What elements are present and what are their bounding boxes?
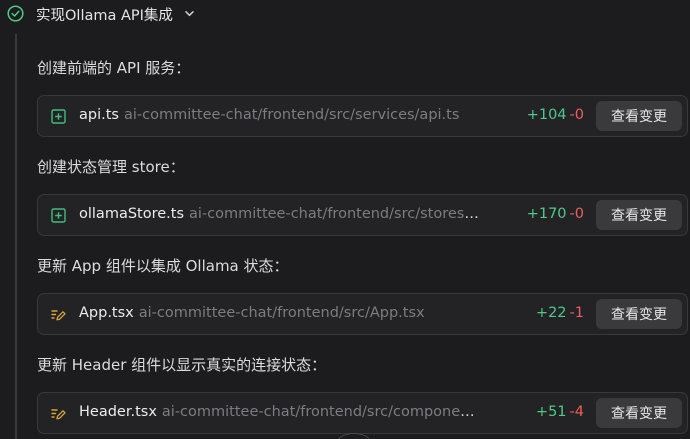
chevron-down-icon[interactable] <box>184 8 195 19</box>
file-name[interactable]: App.tsx <box>79 305 134 321</box>
deletions-count: -0 <box>569 107 584 123</box>
check-circle-icon <box>7 5 24 22</box>
step-label: 更新 App 组件以集成 Ollama 状态： <box>37 257 289 275</box>
file-change-card[interactable]: api.ts ai-committee-chat/frontend/src/ser… <box>37 95 688 137</box>
task-header[interactable]: 实现Ollama API集成 <box>0 0 200 28</box>
view-changes-button[interactable]: 查看变更 <box>596 101 682 131</box>
view-changes-button[interactable]: 查看变更 <box>596 200 682 230</box>
chat-panel: 实现Ollama API集成 创建前端的 API 服务： api.ts ai-co… <box>0 0 690 439</box>
file-edit-icon <box>51 310 66 321</box>
file-edit-icon <box>51 409 66 420</box>
file-path: ai-committee-chat/frontend/src/services/… <box>123 107 460 123</box>
file-path: ai-committee-chat/frontend/src/App.tsx <box>138 305 425 321</box>
step-label: 创建前端的 API 服务： <box>37 59 191 77</box>
file-name[interactable]: api.ts <box>79 107 119 123</box>
task-title: 实现Ollama API集成 <box>36 8 173 24</box>
file-name[interactable]: Header.tsx <box>79 404 157 420</box>
step-label: 创建状态管理 store： <box>37 158 185 176</box>
file-path: ai-committee-chat/frontend/src/stores/ol… <box>189 206 479 222</box>
file-name[interactable]: ollamaStore.ts <box>79 206 184 222</box>
deletions-count: -4 <box>569 404 584 420</box>
additions-count: +170 <box>526 206 567 222</box>
additions-count: +51 <box>535 404 567 420</box>
file-change-card[interactable]: ollamaStore.ts ai-committee-chat/frontend… <box>37 194 688 236</box>
additions-count: +22 <box>535 305 567 321</box>
deletions-count: -1 <box>569 305 584 321</box>
view-changes-button[interactable]: 查看变更 <box>596 299 682 329</box>
file-change-card[interactable]: App.tsx ai-committee-chat/frontend/src/Ap… <box>37 293 688 335</box>
timeline-line <box>15 34 17 439</box>
view-changes-button[interactable]: 查看变更 <box>596 398 682 428</box>
diff-stats: +104 -0 <box>527 107 584 123</box>
file-change-card[interactable]: Header.tsx ai-committee-chat/frontend/src… <box>37 392 688 434</box>
additions-count: +104 <box>526 107 567 123</box>
file-add-icon <box>51 109 66 124</box>
step-label: 更新 Header 组件以显示真实的连接状态： <box>37 356 327 374</box>
diff-stats: +22 -1 <box>536 305 584 321</box>
file-add-icon <box>51 208 66 223</box>
file-path: ai-committee-chat/frontend/src/component… <box>161 404 479 420</box>
diff-stats: +51 -4 <box>536 404 584 420</box>
deletions-count: -0 <box>569 206 584 222</box>
diff-stats: +170 -0 <box>527 206 584 222</box>
